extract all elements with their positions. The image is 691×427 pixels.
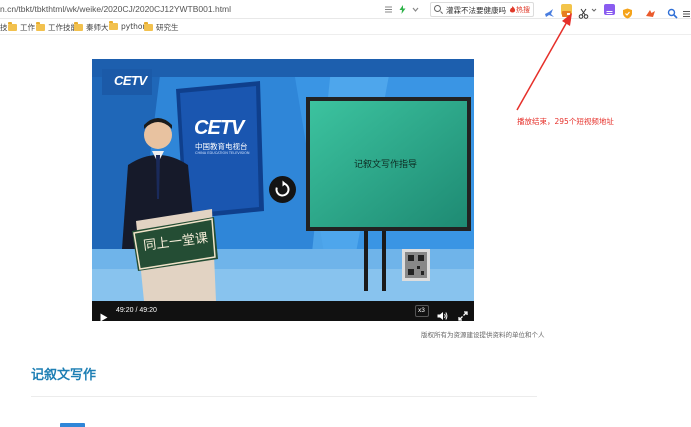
bookmark-folder-graduate[interactable]: 研究生 <box>144 22 179 33</box>
volume-icon <box>437 312 448 320</box>
bookmark-label: 秦师大 <box>86 23 109 32</box>
search-icon <box>434 5 441 12</box>
bookmarks-bar: 技 工作 工作技能 秦师大 python 研究生 <box>0 19 691 35</box>
replay-icon <box>275 180 290 197</box>
copyright-notice: 版权所有为资源建设提供资料的单位和个人 <box>421 331 545 339</box>
annotation-text: 播放结束，295个短视频地址 <box>517 117 614 126</box>
folder-icon <box>8 22 17 31</box>
screen-title: 记叙文写作指导 <box>354 160 418 170</box>
game-extension-icon[interactable] <box>645 4 656 17</box>
bookmark-folder-work-skills[interactable]: 工作技能 <box>36 22 78 33</box>
bookmark-folder-python[interactable]: python <box>109 21 147 31</box>
volume-button[interactable] <box>437 306 448 321</box>
search-input[interactable]: 灌霖不法要健康吗 <box>446 5 506 16</box>
speed-label: x3 <box>418 307 425 314</box>
folder-icon <box>144 22 153 31</box>
lightning-icon[interactable] <box>398 5 407 14</box>
speed-button[interactable]: x3 <box>415 305 429 317</box>
fullscreen-icon <box>458 311 468 321</box>
folder-icon <box>74 22 83 31</box>
bookmark-folder-work[interactable]: 工作 <box>8 22 35 33</box>
section-title: 记叙文写作 <box>31 368 97 383</box>
bookmark-label: 技 <box>0 23 8 32</box>
shield-extension-icon[interactable] <box>622 4 633 19</box>
find-icon[interactable] <box>667 4 678 19</box>
video-controls: 49:20 / 49:20 x3 <box>92 301 474 321</box>
more-menu-icon[interactable] <box>682 4 691 17</box>
annotation-arrow <box>516 13 572 111</box>
channel-name-en: CHINA EDUCATION TELEVISION <box>195 151 250 155</box>
fullscreen-button[interactable] <box>458 306 468 321</box>
dropdown-chevron-icon[interactable] <box>411 5 420 14</box>
play-button[interactable] <box>100 307 108 321</box>
bookmark-folder-school[interactable]: 秦师大 <box>74 22 109 33</box>
scissors-dropdown-icon[interactable] <box>589 5 598 14</box>
bookmark-item[interactable]: 技 <box>0 22 8 33</box>
section-divider <box>31 396 537 397</box>
bookmark-label: 工作 <box>20 23 35 32</box>
menu-extension-icon[interactable] <box>604 4 615 16</box>
replay-button[interactable] <box>269 176 296 203</box>
video-frame: CETV CETV 中国教育电视台 CHINA EDUCATION TELEVI… <box>92 59 474 301</box>
time-display: 49:20 / 49:20 <box>116 307 157 314</box>
video-player[interactable]: CETV CETV 中国教育电视台 CHINA EDUCATION TELEVI… <box>92 59 474 321</box>
tab-indicator[interactable] <box>60 423 85 427</box>
bookmark-label: 研究生 <box>156 23 179 32</box>
browser-toolbar: n.cn/tbkt/tbkthtml/wk/weike/2020CJ/2020C… <box>0 0 691 19</box>
studio-wall-logo: CETV <box>114 73 147 88</box>
reader-mode-icon[interactable] <box>384 5 393 14</box>
channel-logo: CETV <box>194 117 244 139</box>
folder-icon <box>36 22 45 31</box>
play-icon <box>100 313 108 321</box>
folder-icon <box>109 21 118 30</box>
address-bar[interactable]: n.cn/tbkt/tbkthtml/wk/weike/2020CJ/2020C… <box>0 4 231 14</box>
